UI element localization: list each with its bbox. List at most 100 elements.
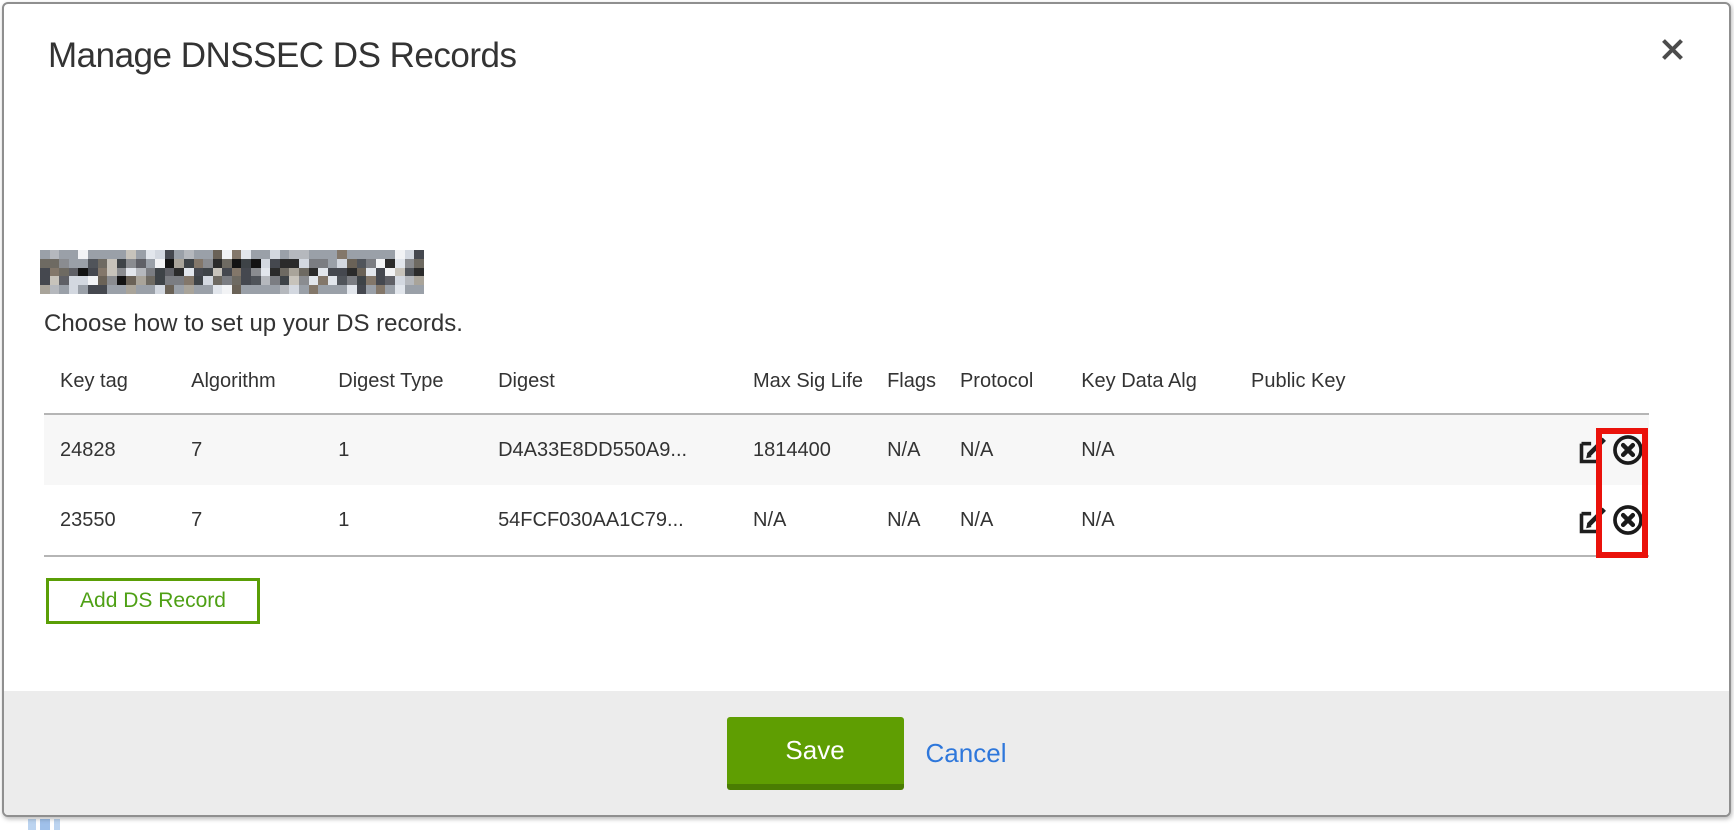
redaction-pixel: [155, 285, 165, 294]
redaction-pixel: [117, 259, 127, 268]
redaction-pixel: [40, 285, 50, 294]
cell-digest-type: 1: [322, 414, 482, 485]
redaction-pixel: [98, 268, 108, 277]
redaction-pixel: [241, 276, 251, 285]
redaction-pixel: [50, 268, 60, 277]
redaction-pixel: [385, 268, 395, 277]
redaction-pixel: [261, 276, 271, 285]
redaction-pixel: [318, 285, 328, 294]
close-x-glyph: [1659, 36, 1686, 63]
redaction-pixel: [117, 250, 127, 259]
redaction-pixel: [146, 276, 156, 285]
redaction-pixel: [117, 268, 127, 277]
redaction-pixel: [174, 276, 184, 285]
redaction-pixel: [366, 285, 376, 294]
redaction-pixel: [328, 250, 338, 259]
cell-protocol: N/A: [944, 414, 1065, 485]
redaction-pixel: [136, 276, 146, 285]
redaction-pixel: [241, 268, 251, 277]
cell-algorithm: 7: [175, 485, 322, 556]
redaction-pixel: [98, 259, 108, 268]
redaction-pixel: [347, 276, 357, 285]
redaction-pixel: [98, 276, 108, 285]
redaction-pixel: [126, 276, 136, 285]
cell-actions: [1480, 414, 1649, 485]
redaction-pixel: [241, 250, 251, 259]
redaction-pixel: [395, 276, 405, 285]
column-header-digest: Digest: [482, 352, 737, 414]
delete-circle-x-icon[interactable]: [1611, 503, 1645, 537]
cell-key-tag: 23550: [44, 485, 175, 556]
redaction-pixel: [280, 268, 290, 277]
redaction-pixel: [194, 285, 204, 294]
redaction-pixel: [309, 268, 319, 277]
redaction-pixel: [222, 268, 232, 277]
redaction-pixel: [232, 268, 242, 277]
redaction-pixel: [184, 285, 194, 294]
redaction-pixel: [184, 268, 194, 277]
redaction-pixel: [270, 268, 280, 277]
redaction-pixel: [107, 276, 117, 285]
dialog-footer: Save Cancel: [4, 691, 1729, 815]
redaction-pixel: [98, 250, 108, 259]
redaction-pixel: [385, 285, 395, 294]
redaction-pixel: [165, 285, 175, 294]
table-header-row: Key tag Algorithm Digest Type Digest Max…: [44, 352, 1649, 414]
redaction-pixel: [59, 250, 69, 259]
redaction-pixel: [337, 268, 347, 277]
cancel-link[interactable]: Cancel: [926, 738, 1007, 769]
redaction-pixel: [78, 259, 88, 268]
redaction-pixel: [222, 250, 232, 259]
redaction-pixel: [309, 259, 319, 268]
cell-max-sig-life: 1814400: [737, 414, 871, 485]
redaction-pixel: [213, 259, 223, 268]
redaction-pixel: [270, 259, 280, 268]
redaction-pixel: [40, 276, 50, 285]
add-ds-record-button[interactable]: Add DS Record: [46, 578, 260, 624]
instruction-text: Choose how to set up your DS records.: [44, 310, 463, 338]
redaction-pixel: [88, 259, 98, 268]
redaction-pixel: [289, 259, 299, 268]
redaction-pixel: [395, 250, 405, 259]
cell-public-key: [1235, 414, 1480, 485]
redaction-pixel: [40, 250, 50, 259]
redaction-pixel: [261, 259, 271, 268]
redaction-pixel: [241, 259, 251, 268]
redaction-pixel: [299, 259, 309, 268]
redaction-pixel: [40, 259, 50, 268]
ds-record-row: 24828 7 1 D4A33E8DD550A9... 1814400 N/A …: [44, 414, 1649, 485]
column-header-algorithm: Algorithm: [175, 352, 322, 414]
delete-circle-x-icon[interactable]: [1611, 433, 1645, 467]
redaction-pixel: [337, 259, 347, 268]
redaction-pixel: [357, 276, 367, 285]
redaction-pixel: [366, 250, 376, 259]
redaction-pixel: [366, 276, 376, 285]
redaction-pixel: [222, 276, 232, 285]
redaction-pixel: [213, 276, 223, 285]
close-icon[interactable]: [1655, 32, 1689, 66]
redaction-pixel: [165, 259, 175, 268]
redaction-pixel: [337, 285, 347, 294]
redaction-pixel: [174, 259, 184, 268]
edit-icon[interactable]: [1576, 504, 1609, 537]
redaction-pixel: [88, 276, 98, 285]
redaction-pixel: [347, 268, 357, 277]
screen: Manage DNSSEC DS Records Choose how to s…: [0, 0, 1734, 830]
edit-icon[interactable]: [1576, 434, 1609, 467]
cell-digest: 54FCF030AA1C79...: [482, 485, 737, 556]
redaction-pixel: [405, 259, 415, 268]
redaction-pixel: [241, 285, 251, 294]
redaction-pixel: [155, 268, 165, 277]
redaction-pixel: [289, 276, 299, 285]
column-header-actions: [1480, 352, 1649, 414]
redaction-pixel: [59, 268, 69, 277]
redaction-pixel: [261, 285, 271, 294]
dialog-title: Manage DNSSEC DS Records: [48, 36, 516, 76]
cell-flags: N/A: [871, 485, 944, 556]
redaction-pixel: [261, 268, 271, 277]
redaction-pixel: [98, 285, 108, 294]
redaction-pixel: [299, 268, 309, 277]
redaction-pixel: [251, 259, 261, 268]
save-button[interactable]: Save: [727, 717, 904, 790]
redaction-pixel: [59, 285, 69, 294]
